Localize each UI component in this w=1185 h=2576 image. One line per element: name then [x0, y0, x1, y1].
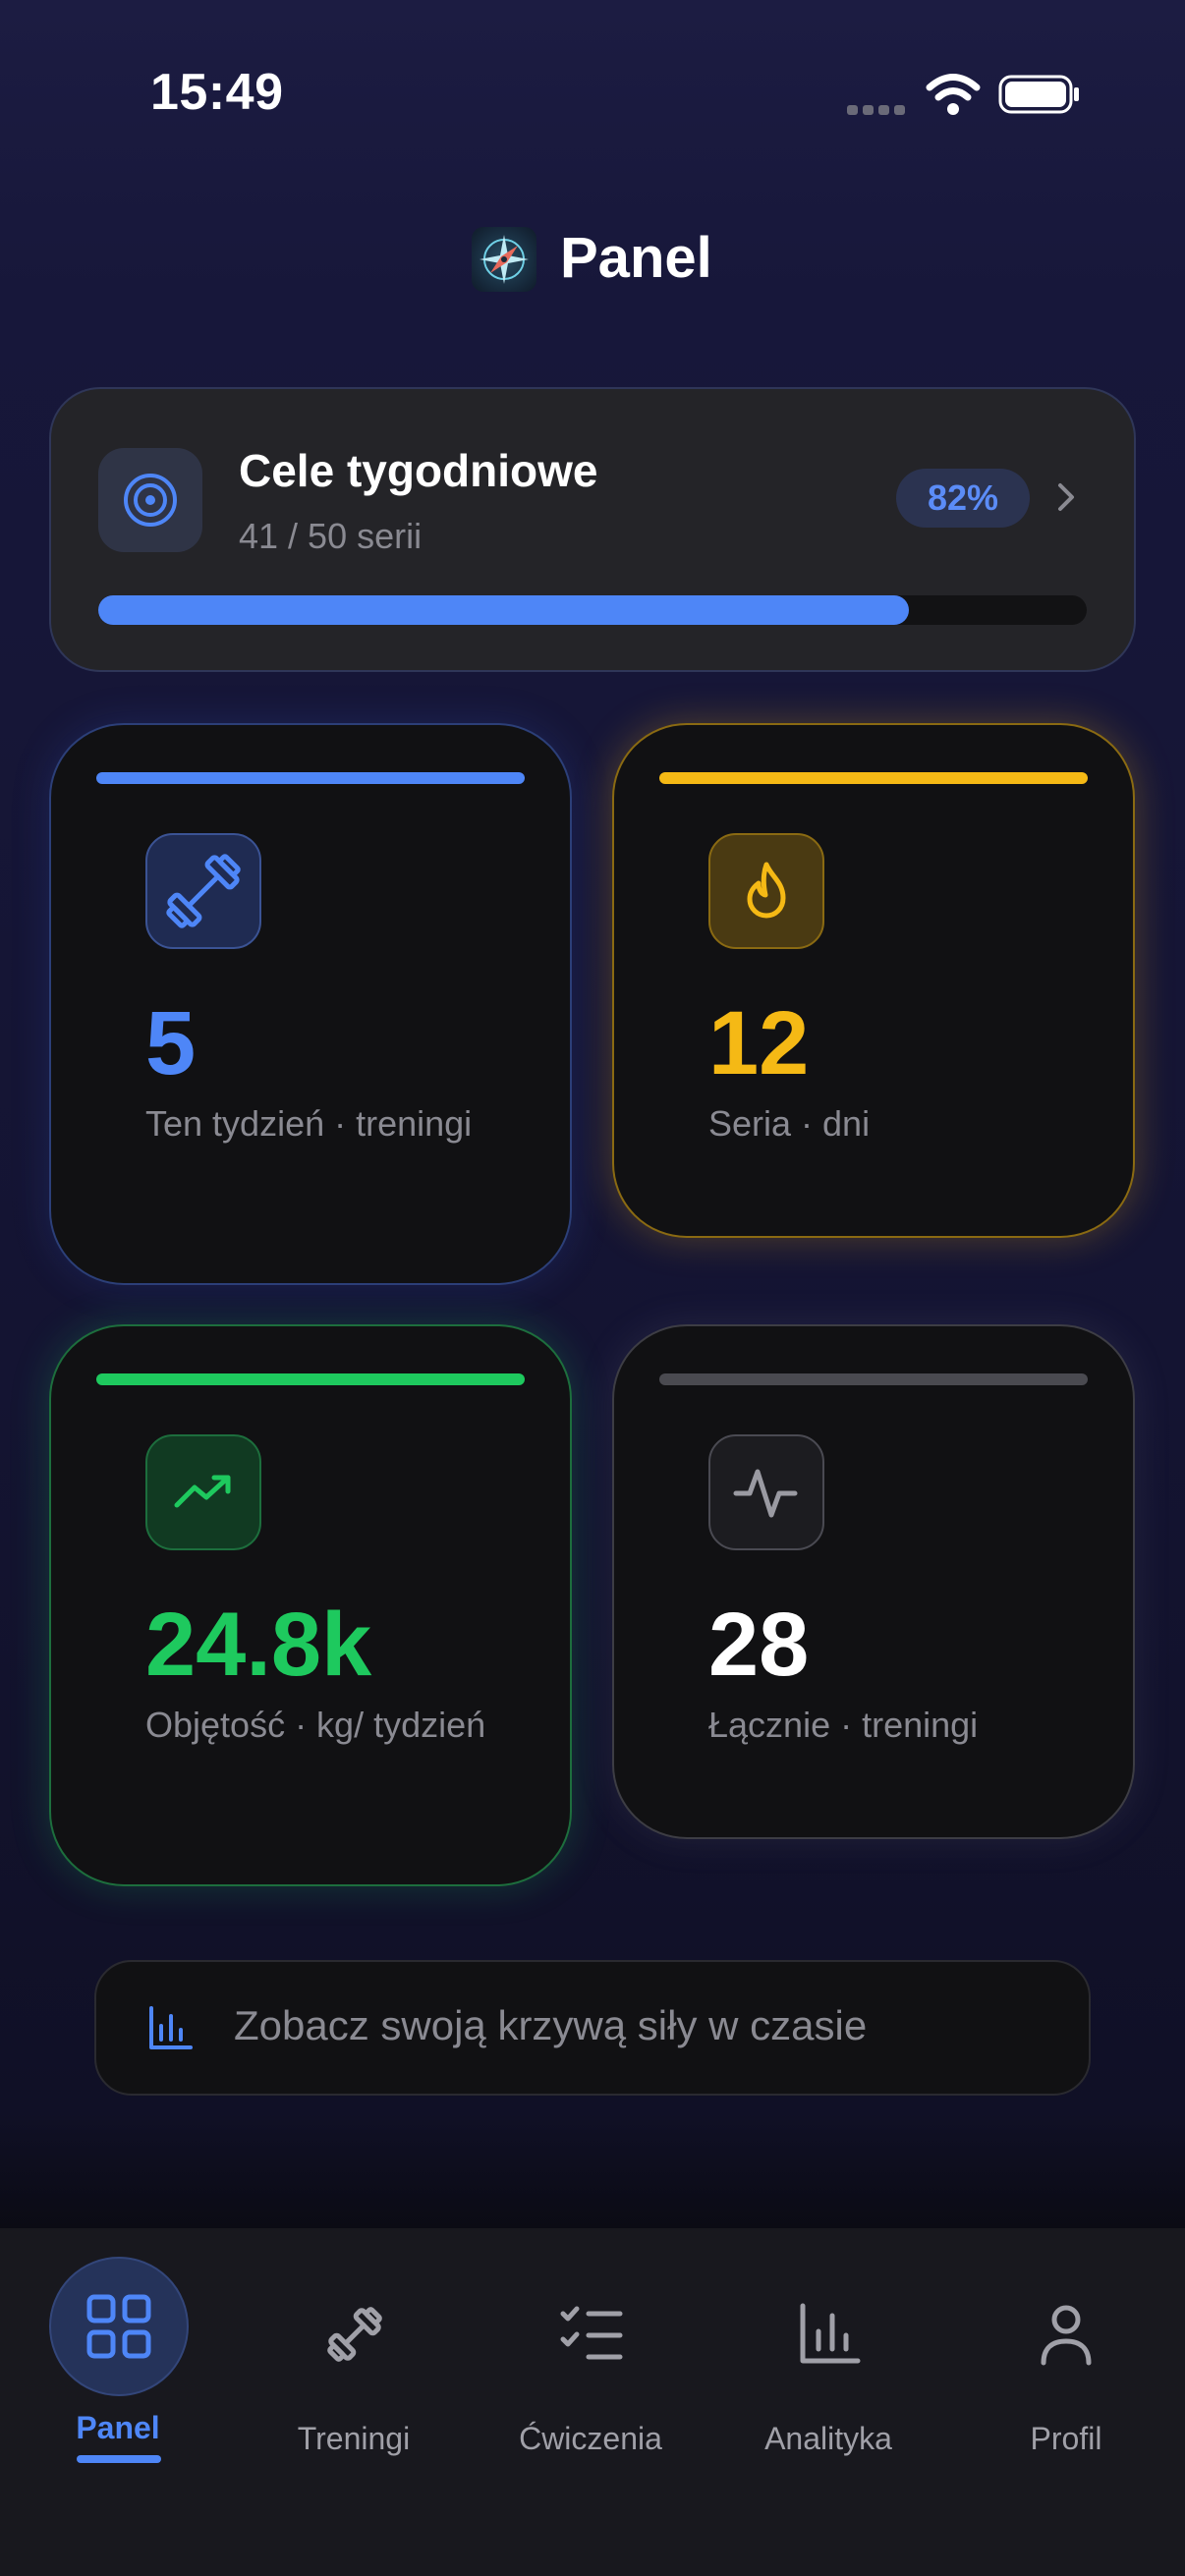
goals-title: Cele tygodniowe — [239, 445, 598, 496]
accent-bar — [96, 772, 525, 784]
checklist-icon[interactable] — [557, 2300, 626, 2369]
tab-label-analytics[interactable]: Analityka — [720, 2421, 936, 2457]
chevron-right-icon[interactable] — [1051, 479, 1081, 515]
strength-curve-label: Zobacz swoją krzywą siły w czasie — [234, 2002, 868, 2048]
status-time: 15:49 — [150, 64, 284, 121]
weekly-goals-card[interactable] — [49, 387, 1136, 672]
activity-icon — [708, 1434, 824, 1550]
stat-value: 12 — [708, 993, 810, 1093]
goals-progress-fill — [98, 595, 909, 625]
accent-bar — [659, 772, 1088, 784]
flame-icon — [708, 833, 824, 949]
stat-label: Łącznie · treningi — [708, 1705, 979, 1745]
user-icon[interactable] — [1032, 2300, 1100, 2369]
dumbbell-icon[interactable] — [320, 2300, 389, 2369]
accent-bar — [659, 1373, 1088, 1385]
stat-value: 24.8k — [145, 1595, 372, 1695]
wifi-icon — [926, 74, 981, 115]
stat-label: Objętość · kg/ tydzień — [145, 1705, 486, 1745]
battery-icon — [998, 75, 1079, 114]
bar-chart-icon[interactable] — [795, 2300, 864, 2369]
tab-bar — [0, 2228, 1185, 2576]
stat-card-total-workouts[interactable]: 28 Łącznie · treningi — [612, 1324, 1135, 1839]
compass-icon — [472, 227, 536, 292]
tab-label-panel[interactable]: Panel — [10, 2410, 226, 2446]
target-icon — [98, 448, 202, 552]
tab-label-profile[interactable]: Profil — [958, 2421, 1174, 2457]
accent-bar — [96, 1373, 525, 1385]
goals-subtitle: 41 / 50 serii — [239, 516, 423, 556]
stat-label: Ten tydzień · treningi — [145, 1103, 473, 1144]
tab-label-workouts[interactable]: Treningi — [246, 2421, 462, 2457]
goals-percent-badge: 82% — [896, 469, 1030, 528]
stat-card-streak[interactable]: 12 Seria · dni — [612, 723, 1135, 1238]
bar-chart-icon — [149, 2006, 193, 2049]
stat-value: 28 — [708, 1595, 810, 1695]
page-title: Panel — [560, 226, 712, 290]
dumbbell-icon — [145, 833, 261, 949]
stat-card-week-workouts[interactable]: 5 Ten tydzień · treningi — [49, 723, 572, 1285]
goals-progress-bar — [98, 595, 1087, 625]
tab-label-exercises[interactable]: Ćwiczenia — [482, 2421, 699, 2457]
stat-card-volume[interactable]: 24.8k Objętość · kg/ tydzień — [49, 1324, 572, 1886]
cellular-signal-icon — [847, 105, 905, 115]
trending-up-icon — [145, 1434, 261, 1550]
stat-label: Seria · dni — [708, 1103, 871, 1144]
stat-value: 5 — [145, 993, 197, 1093]
active-tab-indicator — [77, 2455, 161, 2463]
dashboard-icon — [86, 2294, 151, 2359]
